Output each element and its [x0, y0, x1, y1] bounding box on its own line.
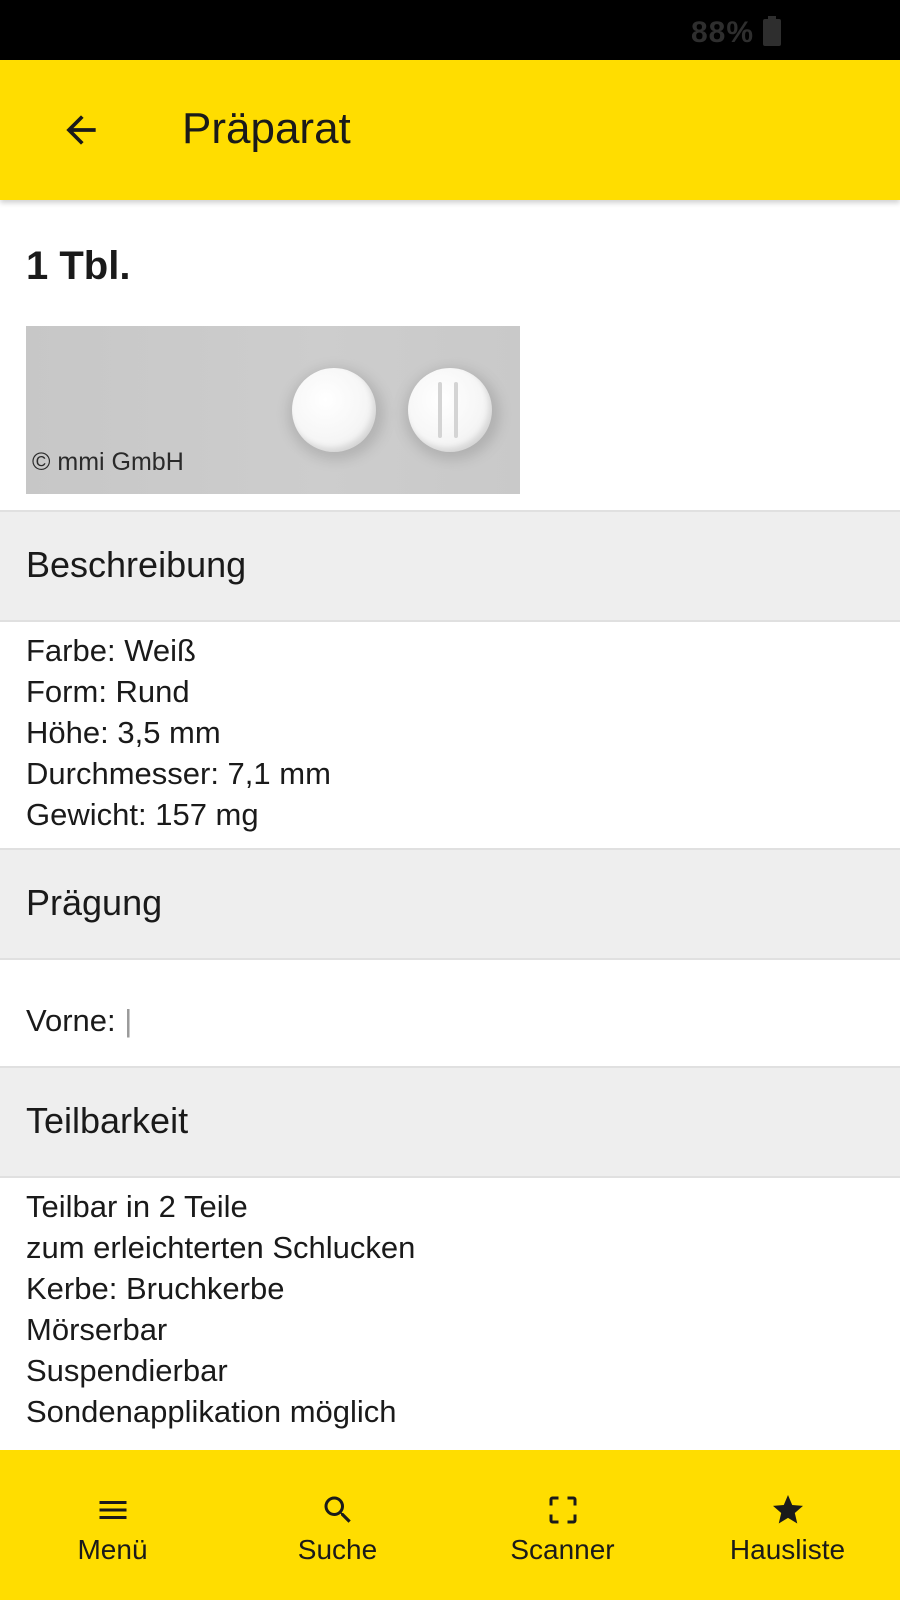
- dose-label: 1 Tbl.: [26, 244, 131, 288]
- description-line: Form: Rund: [26, 674, 190, 709]
- app-bar: Präparat: [0, 60, 900, 200]
- section-header-beschreibung: Beschreibung: [0, 510, 900, 622]
- beschreibung-text: Farbe: Weiß Form: Rund Höhe: 3,5 mm Durc…: [26, 630, 331, 835]
- divisibility-line: Teilbar in 2 Teile: [26, 1189, 248, 1224]
- imprint-line: Vorne: |: [26, 1000, 132, 1041]
- divisibility-line: Mörserbar: [26, 1312, 168, 1347]
- score-line: [454, 382, 458, 438]
- section-title: Teilbarkeit: [26, 1100, 189, 1141]
- section-header-teilbarkeit: Teilbarkeit: [0, 1066, 900, 1178]
- nav-label: Scanner: [510, 1534, 615, 1565]
- divisibility-line: Kerbe: Bruchkerbe: [26, 1271, 285, 1306]
- search-icon: [318, 1490, 358, 1530]
- product-detail-content[interactable]: 1 Tbl. © mmi GmbH Beschreibung Farbe: We…: [0, 200, 900, 1450]
- arrow-back-icon: [66, 115, 96, 145]
- nav-item-scanner[interactable]: Scanner: [450, 1450, 675, 1600]
- description-line: Höhe: 3,5 mm: [26, 715, 221, 750]
- divisibility-line: zum erleichterten Schlucken: [26, 1230, 416, 1265]
- scanner-icon: [543, 1490, 583, 1530]
- nav-label: Menü: [77, 1534, 148, 1565]
- imprint-label: Vorne:: [26, 1003, 125, 1038]
- praegung-text: Vorne: |: [26, 1000, 132, 1041]
- description-line: Farbe: Weiß: [26, 633, 196, 668]
- nav-label: Suche: [297, 1534, 378, 1565]
- divisibility-line: Suspendierbar: [26, 1353, 228, 1388]
- tablet-back-scored: [408, 368, 492, 452]
- nav-item-menu[interactable]: Menü: [0, 1450, 225, 1600]
- section-title: Beschreibung: [26, 544, 247, 585]
- battery-percentage: 88%: [690, 16, 754, 49]
- nav-label: Hausliste: [729, 1534, 846, 1565]
- back-button[interactable]: [46, 100, 116, 160]
- star-icon: [768, 1490, 808, 1530]
- image-copyright: © mmi GmbH: [32, 448, 184, 476]
- tablet-front: [292, 368, 376, 452]
- teilbarkeit-text: Teilbar in 2 Teile zum erleichterten Sch…: [26, 1186, 415, 1432]
- section-header-praegung: Prägung: [0, 848, 900, 960]
- score-line: [438, 382, 442, 438]
- battery-icon: [763, 16, 781, 46]
- section-title: Prägung: [26, 882, 163, 923]
- description-line: Durchmesser: 7,1 mm: [26, 756, 331, 791]
- imprint-value: |: [124, 1003, 133, 1038]
- nav-item-hausliste[interactable]: Hausliste: [675, 1450, 900, 1600]
- bottom-navigation: Menü Suche Scanner Hausliste: [0, 1450, 900, 1600]
- status-bar: 88%: [0, 0, 900, 60]
- page-title: Präparat: [182, 104, 351, 153]
- divisibility-line: Sondenapplikation möglich: [26, 1394, 397, 1429]
- nav-item-search[interactable]: Suche: [225, 1450, 450, 1600]
- menu-icon: [93, 1490, 133, 1530]
- tablet-image: © mmi GmbH: [26, 326, 520, 494]
- description-line: Gewicht: 157 mg: [26, 797, 259, 832]
